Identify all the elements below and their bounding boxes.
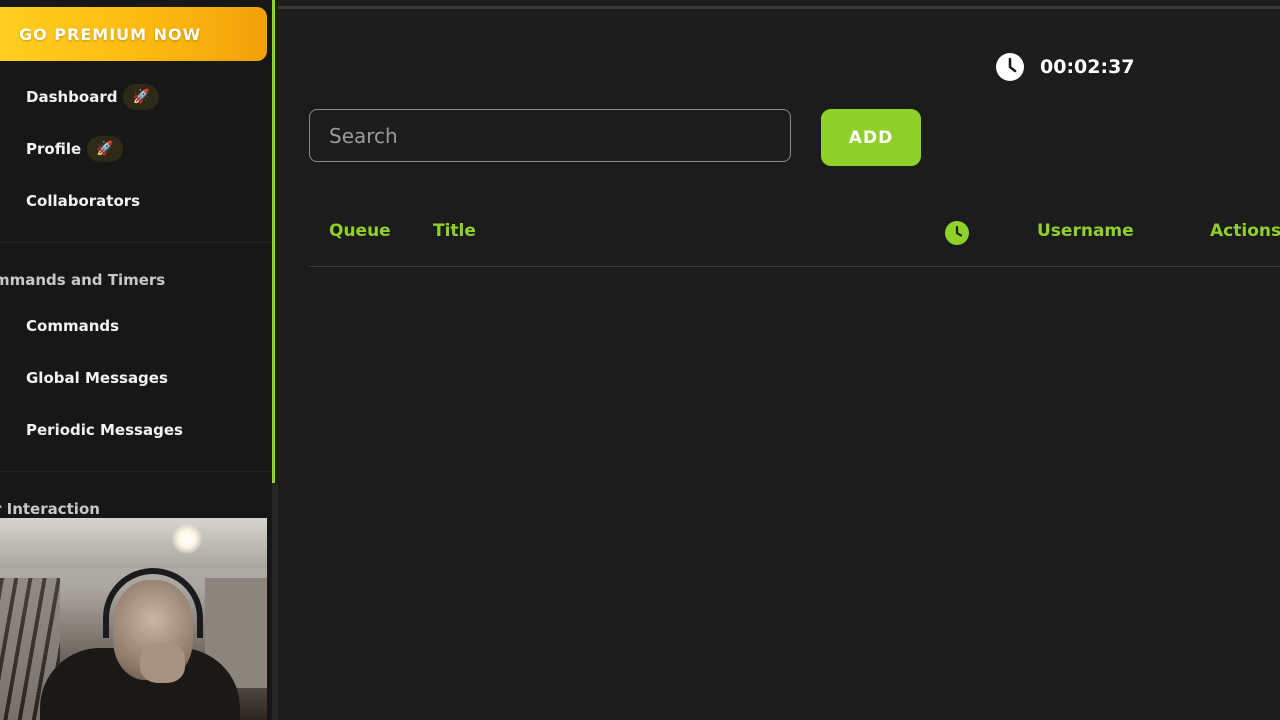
rocket-icon: 🚀 — [123, 84, 160, 110]
webcam-light — [172, 524, 202, 554]
search-input[interactable] — [309, 109, 791, 162]
column-header-duration-clock-icon[interactable] — [945, 221, 969, 245]
column-header-queue[interactable]: Queue — [329, 221, 391, 241]
header-divider — [278, 6, 1280, 9]
webcam-person-hand — [140, 643, 185, 683]
clock-icon — [996, 53, 1024, 81]
sidebar-item-label: Commands — [26, 317, 120, 335]
sidebar-item-commands[interactable]: Commands — [26, 317, 119, 335]
column-header-actions[interactable]: Actions — [1210, 221, 1280, 241]
sidebar-item-label: Periodic Messages — [26, 421, 183, 439]
sidebar-item-label: Dashboard — [26, 88, 118, 106]
column-header-username[interactable]: Username — [1037, 221, 1134, 241]
session-timer: 00:02:37 — [996, 53, 1135, 81]
section-commands-and-timers: mmands and Timers — [0, 271, 166, 289]
sidebar-item-profile[interactable]: Profile 🚀 — [26, 136, 124, 162]
sidebar-item-label: Collaborators — [26, 192, 141, 210]
add-button-label: ADD — [848, 127, 894, 148]
sidebar-item-dashboard[interactable]: Dashboard 🚀 — [26, 84, 160, 110]
sidebar-item-global-messages[interactable]: Global Messages — [26, 369, 168, 387]
go-premium-button[interactable]: GO PREMIUM NOW — [0, 7, 267, 61]
headset-icon — [103, 568, 203, 638]
sidebar-scrollbar[interactable] — [272, 483, 278, 720]
sidebar-item-label: Global Messages — [26, 369, 168, 387]
sidebar-item-label: Profile — [26, 140, 82, 158]
webcam-ceiling — [0, 518, 267, 568]
add-button[interactable]: ADD — [821, 109, 921, 166]
sidebar-item-periodic-messages[interactable]: Periodic Messages — [26, 421, 183, 439]
timer-value: 00:02:37 — [1040, 56, 1135, 78]
column-header-title[interactable]: Title — [433, 221, 476, 241]
webcam-overlay — [0, 518, 267, 720]
table-header-divider — [309, 266, 1280, 267]
sidebar: GO PREMIUM NOW Dashboard 🚀 Profile 🚀 Col… — [0, 0, 272, 720]
section-interaction: r Interaction — [0, 500, 100, 518]
sidebar-item-collaborators[interactable]: Collaborators — [26, 192, 140, 210]
go-premium-label: GO PREMIUM NOW — [19, 24, 202, 44]
sidebar-active-edge — [272, 0, 275, 483]
rocket-icon: 🚀 — [87, 136, 124, 162]
sidebar-divider — [0, 242, 272, 243]
sidebar-divider — [0, 471, 272, 472]
